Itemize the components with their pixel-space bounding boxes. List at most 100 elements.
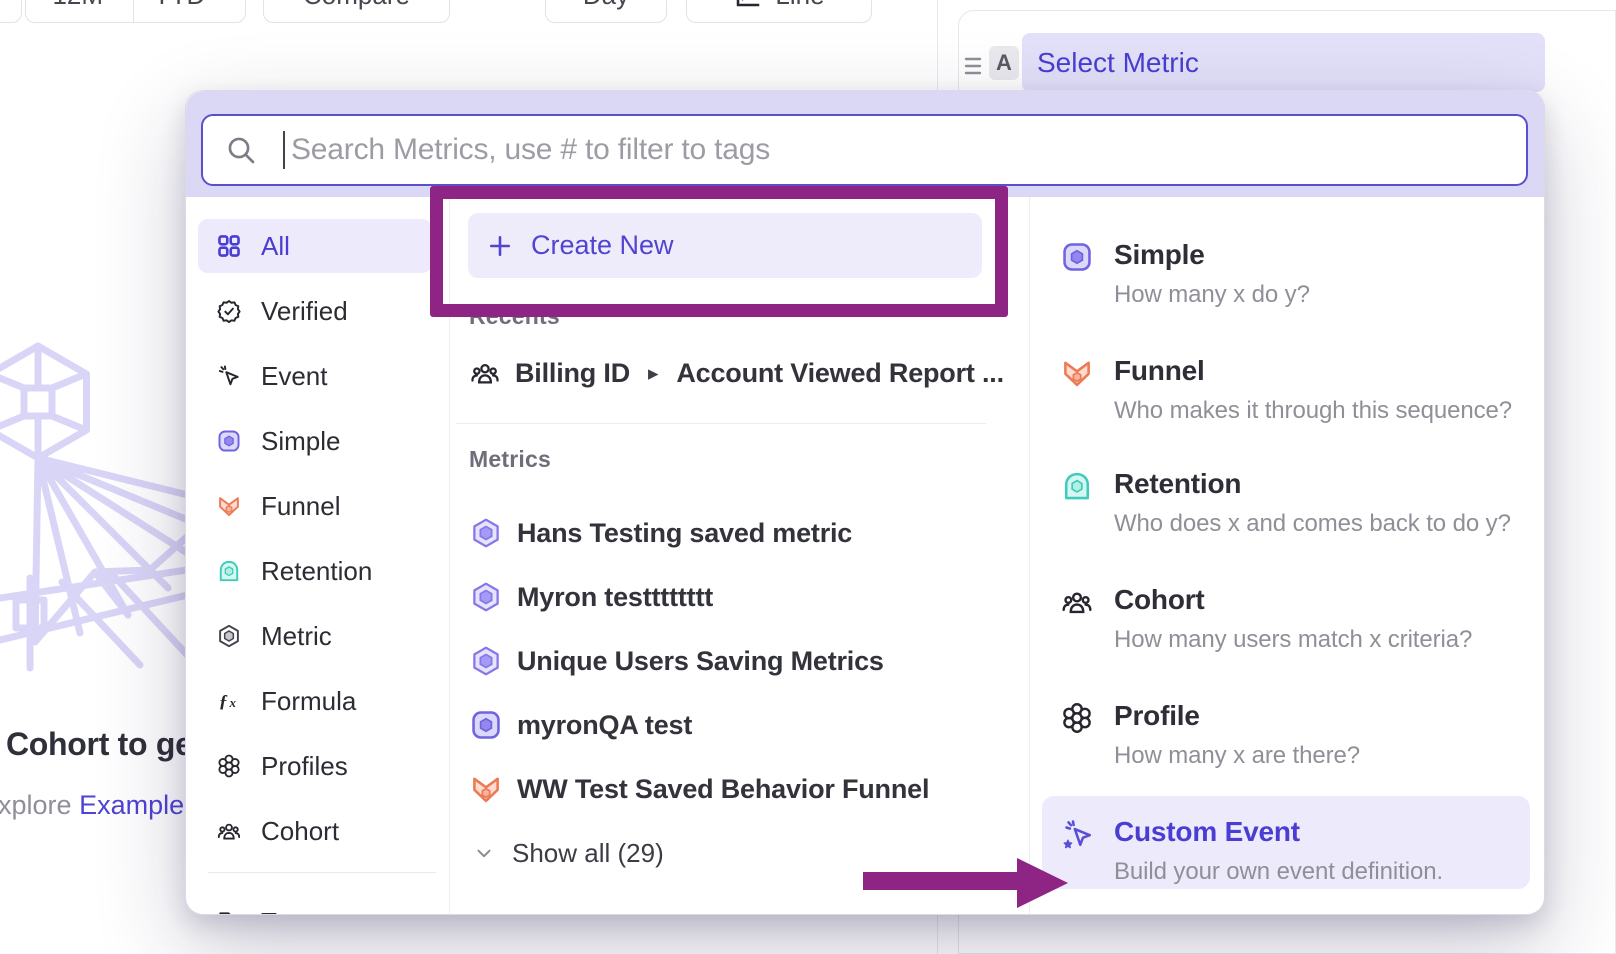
range-12m-button[interactable]: 12M	[26, 0, 130, 22]
toolbar-button-partial[interactable]	[0, 0, 22, 23]
line-chart-type-button[interactable]: Line	[686, 0, 872, 23]
retention-icon	[1060, 469, 1094, 503]
metric-list-item[interactable]: WW Test Saved Behavior Funnel	[456, 759, 1016, 819]
profiles-icon	[1060, 701, 1094, 735]
sidebar-item-label: All	[261, 231, 290, 262]
metric-type-description: Who does x and comes back to do y?	[1114, 510, 1511, 538]
search-placeholder: Search Metrics, use # to filter to tags	[291, 133, 770, 167]
modal-search-header: Search Metrics, use # to filter to tags	[186, 91, 1545, 197]
recent-item-secondary: Account Viewed Report ...	[676, 358, 1004, 389]
svg-text:ƒ: ƒ	[219, 691, 228, 711]
sidebar-item-event[interactable]: Event	[186, 348, 449, 404]
retention-icon	[216, 558, 242, 584]
column-divider-left	[449, 197, 450, 915]
funnel-icon	[469, 772, 503, 806]
range-ytd-label: YTD	[153, 0, 205, 11]
metric-name: myronQA test	[517, 710, 692, 741]
sidebar-item-all[interactable]: All	[198, 219, 432, 273]
cohort-icon	[469, 357, 501, 389]
recent-item-primary: Billing ID	[515, 358, 630, 389]
sidebar-item-simple[interactable]: Simple	[186, 413, 449, 469]
compare-button[interactable]: Compare	[263, 0, 450, 23]
example-link[interactable]: Example l	[79, 790, 198, 820]
sidebar-item-label: Metric	[261, 621, 332, 652]
day-button[interactable]: Day	[545, 0, 667, 23]
metric-hexagon-icon	[216, 623, 242, 649]
metric-type-title: Funnel	[1114, 355, 1205, 387]
sidebar-item-label: Profiles	[261, 751, 348, 782]
drag-handle-icon[interactable]	[963, 51, 983, 86]
day-label: Day	[583, 0, 629, 11]
sidebar-divider	[208, 872, 436, 873]
metric-type-custom-event[interactable]: Custom Event Build your own event defini…	[1029, 784, 1545, 888]
sidebar-item-retention[interactable]: Retention	[186, 543, 449, 599]
sidebar-item-label: Verified	[261, 296, 348, 327]
show-all-button[interactable]: Show all (29)	[460, 823, 880, 883]
range-ytd-button[interactable]: YTD	[142, 0, 246, 22]
verified-badge-icon	[216, 298, 242, 324]
sidebar-item-metric[interactable]: Metric	[186, 608, 449, 664]
recent-item[interactable]: Billing ID ▸ Account Viewed Report ...	[456, 343, 1016, 403]
select-metric-label: Select Metric	[1037, 47, 1199, 79]
metric-picker-modal: Search Metrics, use # to filter to tags …	[185, 90, 1545, 915]
sidebar-item-label: Funnel	[261, 491, 341, 522]
select-metric-field[interactable]: Select Metric	[1022, 33, 1545, 92]
metric-type-description: How many users match x criteria?	[1114, 626, 1472, 654]
sidebar-item-label: Cohort	[261, 816, 339, 847]
sidebar-item-label: Simple	[261, 426, 340, 457]
metric-name: Myron testttttttt	[517, 582, 713, 613]
compare-label: Compare	[303, 0, 410, 11]
create-new-label: Create New	[531, 230, 674, 261]
sidebar-item-partial[interactable]: T	[186, 894, 449, 915]
svg-text:x: x	[229, 695, 237, 710]
sidebar-item-cohort[interactable]: Cohort	[186, 803, 449, 859]
sidebar-item-funnel[interactable]: Funnel	[186, 478, 449, 534]
explore-text-fragment: xplore	[0, 790, 72, 820]
metric-hexagon-icon	[469, 580, 503, 614]
breadcrumb-arrow-icon: ▸	[648, 361, 658, 386]
metric-list-item[interactable]: Unique Users Saving Metrics	[456, 631, 1016, 691]
plus-icon	[486, 232, 514, 260]
metric-row-badge: A	[989, 46, 1019, 80]
metrics-section-label: Metrics	[469, 446, 551, 473]
wireframe-cube-graphic	[0, 330, 200, 950]
tag-icon	[216, 909, 242, 915]
metric-type-description: How many x do y?	[1114, 281, 1310, 309]
metric-type-retention[interactable]: Retention Who does x and comes back to d…	[1029, 436, 1545, 540]
sidebar-item-label: Formula	[261, 686, 356, 717]
profiles-icon	[216, 753, 242, 779]
date-range-segmented[interactable]: 12M YTD	[25, 0, 246, 23]
metric-type-title: Custom Event	[1114, 816, 1300, 848]
metric-list-item[interactable]: Hans Testing saved metric	[456, 503, 1016, 563]
text-caret	[283, 131, 285, 169]
metric-type-profile[interactable]: Profile How many x are there?	[1029, 668, 1545, 772]
chevron-down-icon	[213, 0, 233, 5]
metric-list-item[interactable]: myronQA test	[456, 695, 1016, 755]
metric-type-title: Cohort	[1114, 584, 1205, 616]
range-12m-label: 12M	[52, 0, 103, 11]
cohort-icon	[216, 818, 242, 844]
sidebar-item-verified[interactable]: Verified	[186, 283, 449, 339]
chevron-down-icon	[473, 842, 495, 864]
metric-type-simple[interactable]: Simple How many x do y?	[1029, 207, 1545, 311]
create-new-button[interactable]: Create New	[468, 213, 982, 278]
metric-type-title: Retention	[1114, 468, 1241, 500]
metric-list-item[interactable]: Myron testttttttt	[456, 567, 1016, 627]
metric-type-funnel[interactable]: Funnel Who makes it through this sequenc…	[1029, 323, 1545, 427]
metric-type-description: How many x are there?	[1114, 742, 1360, 770]
sidebar-item-label: Retention	[261, 556, 372, 587]
sidebar-item-formula[interactable]: ƒx Formula	[186, 673, 449, 729]
search-icon	[225, 134, 257, 166]
metric-type-cohort[interactable]: Cohort How many users match x criteria?	[1029, 552, 1545, 656]
metric-name: WW Test Saved Behavior Funnel	[517, 774, 929, 805]
sidebar-item-label: T	[261, 907, 277, 916]
custom-event-icon	[1060, 817, 1094, 851]
background-explore-row: xplore Example l	[0, 790, 198, 821]
metric-type-description: Build your own event definition.	[1114, 858, 1443, 886]
metric-name: Unique Users Saving Metrics	[517, 646, 884, 677]
sidebar-item-profiles[interactable]: Profiles	[186, 738, 449, 794]
event-cursor-icon	[216, 363, 242, 389]
search-input[interactable]: Search Metrics, use # to filter to tags	[201, 114, 1528, 186]
metric-hexagon-icon	[469, 644, 503, 678]
metric-type-title: Simple	[1114, 239, 1205, 271]
